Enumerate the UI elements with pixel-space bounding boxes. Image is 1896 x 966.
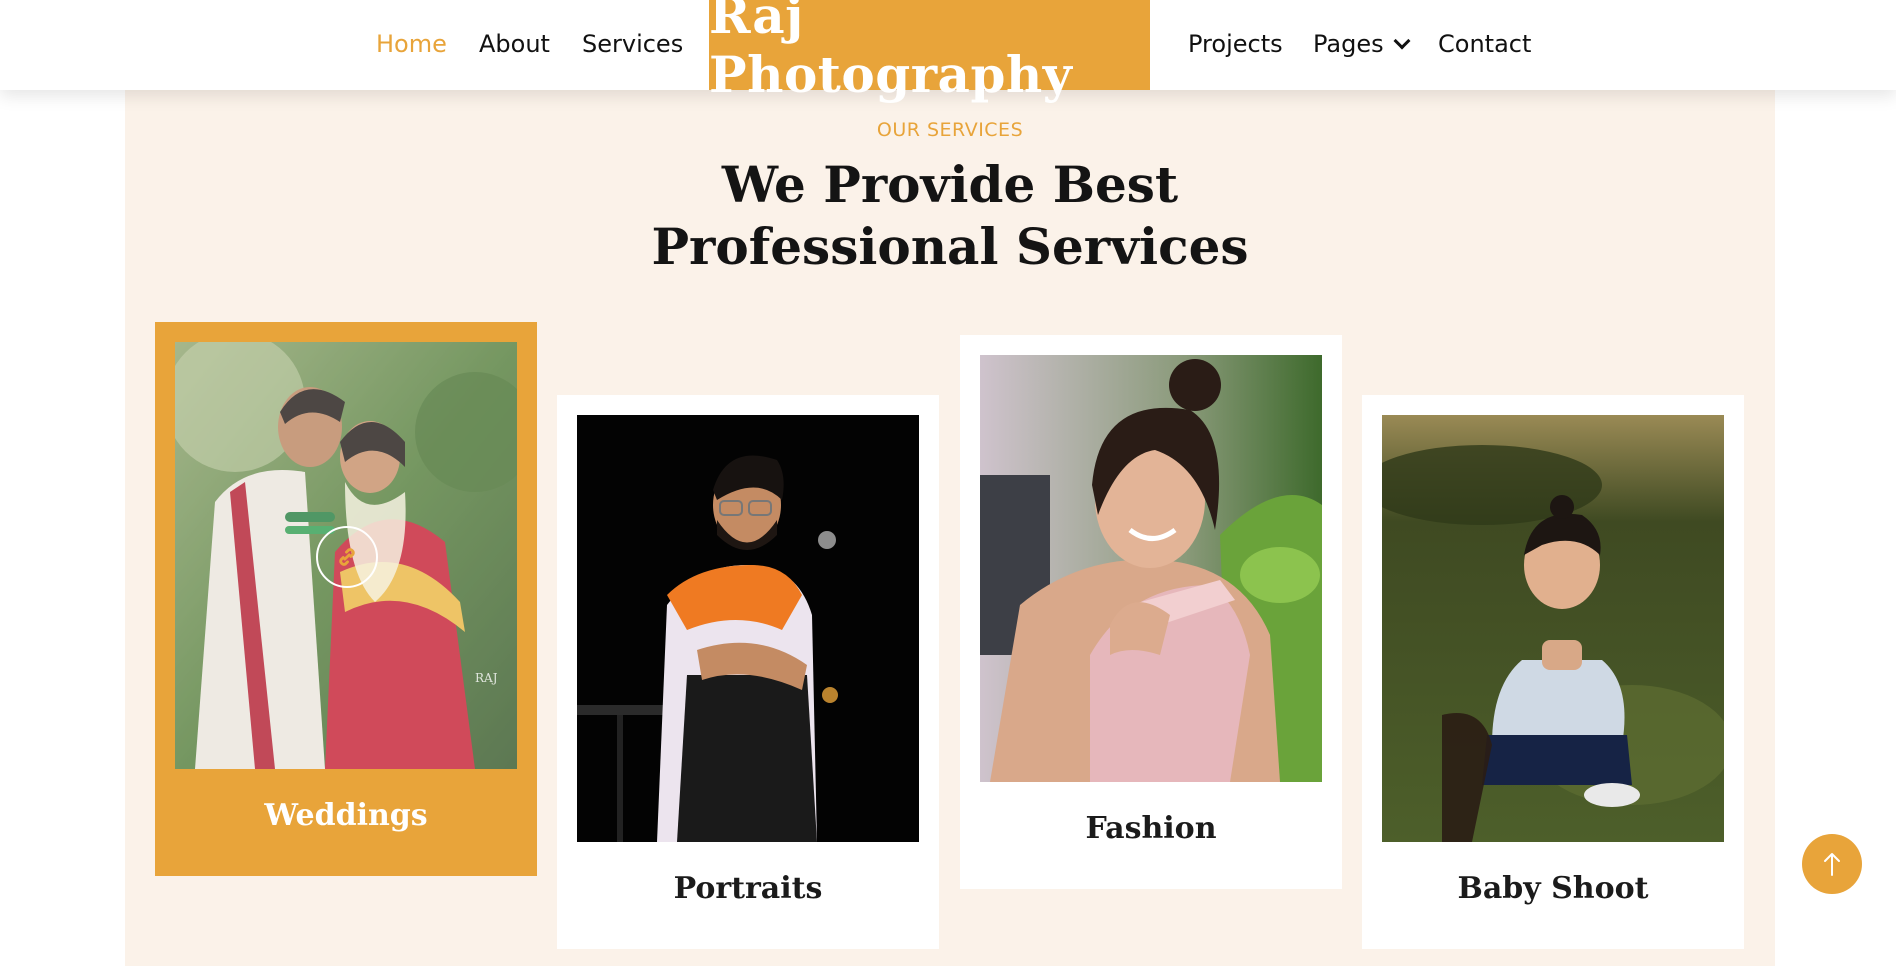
navbar: Home About Services Raj Photography Proj… xyxy=(0,0,1896,104)
nav-home-link[interactable]: Home xyxy=(376,26,447,62)
service-card-portraits[interactable]: Portraits xyxy=(557,395,939,949)
heading-line-2: Professional Services xyxy=(651,217,1249,276)
fashion-photo[interactable] xyxy=(980,355,1322,782)
nav-pages-label: Pages xyxy=(1313,30,1384,58)
card-title-weddings[interactable]: Weddings xyxy=(155,798,537,833)
heading-line-1: We Provide Best xyxy=(721,155,1179,214)
portraits-photo[interactable] xyxy=(577,415,919,842)
nav-contact-link[interactable]: Contact xyxy=(1438,26,1531,62)
portraits-image xyxy=(577,415,919,842)
brand-logo[interactable]: Raj Photography xyxy=(709,0,1150,104)
service-card-fashion[interactable]: Fashion xyxy=(960,335,1342,889)
nav-projects-link[interactable]: Projects xyxy=(1188,26,1283,62)
card-title-portraits[interactable]: Portraits xyxy=(557,871,939,906)
fashion-image xyxy=(980,355,1322,782)
nav-about-link[interactable]: About xyxy=(479,26,550,62)
brand-name: Raj Photography xyxy=(709,0,1073,104)
nav-pages-dropdown[interactable]: Pages xyxy=(1313,26,1411,62)
baby-shoot-photo[interactable] xyxy=(1382,415,1724,842)
link-icon[interactable] xyxy=(316,526,378,588)
service-card-baby-shoot[interactable]: Baby Shoot xyxy=(1362,395,1744,949)
card-title-fashion[interactable]: Fashion xyxy=(960,811,1342,846)
baby-shoot-image xyxy=(1382,415,1724,842)
arrow-up-icon xyxy=(1824,853,1840,876)
section-heading: We Provide Best Professional Services xyxy=(125,154,1775,278)
weddings-photo[interactable]: RAJ xyxy=(175,342,517,769)
chevron-down-icon xyxy=(1393,32,1411,50)
card-title-baby-shoot[interactable]: Baby Shoot xyxy=(1362,871,1744,906)
service-card-weddings[interactable]: RAJ Weddings xyxy=(155,322,537,876)
nav-services-link[interactable]: Services xyxy=(582,26,683,62)
section-eyebrow: OUR SERVICES xyxy=(876,119,1024,141)
scroll-top-button[interactable] xyxy=(1802,834,1862,894)
